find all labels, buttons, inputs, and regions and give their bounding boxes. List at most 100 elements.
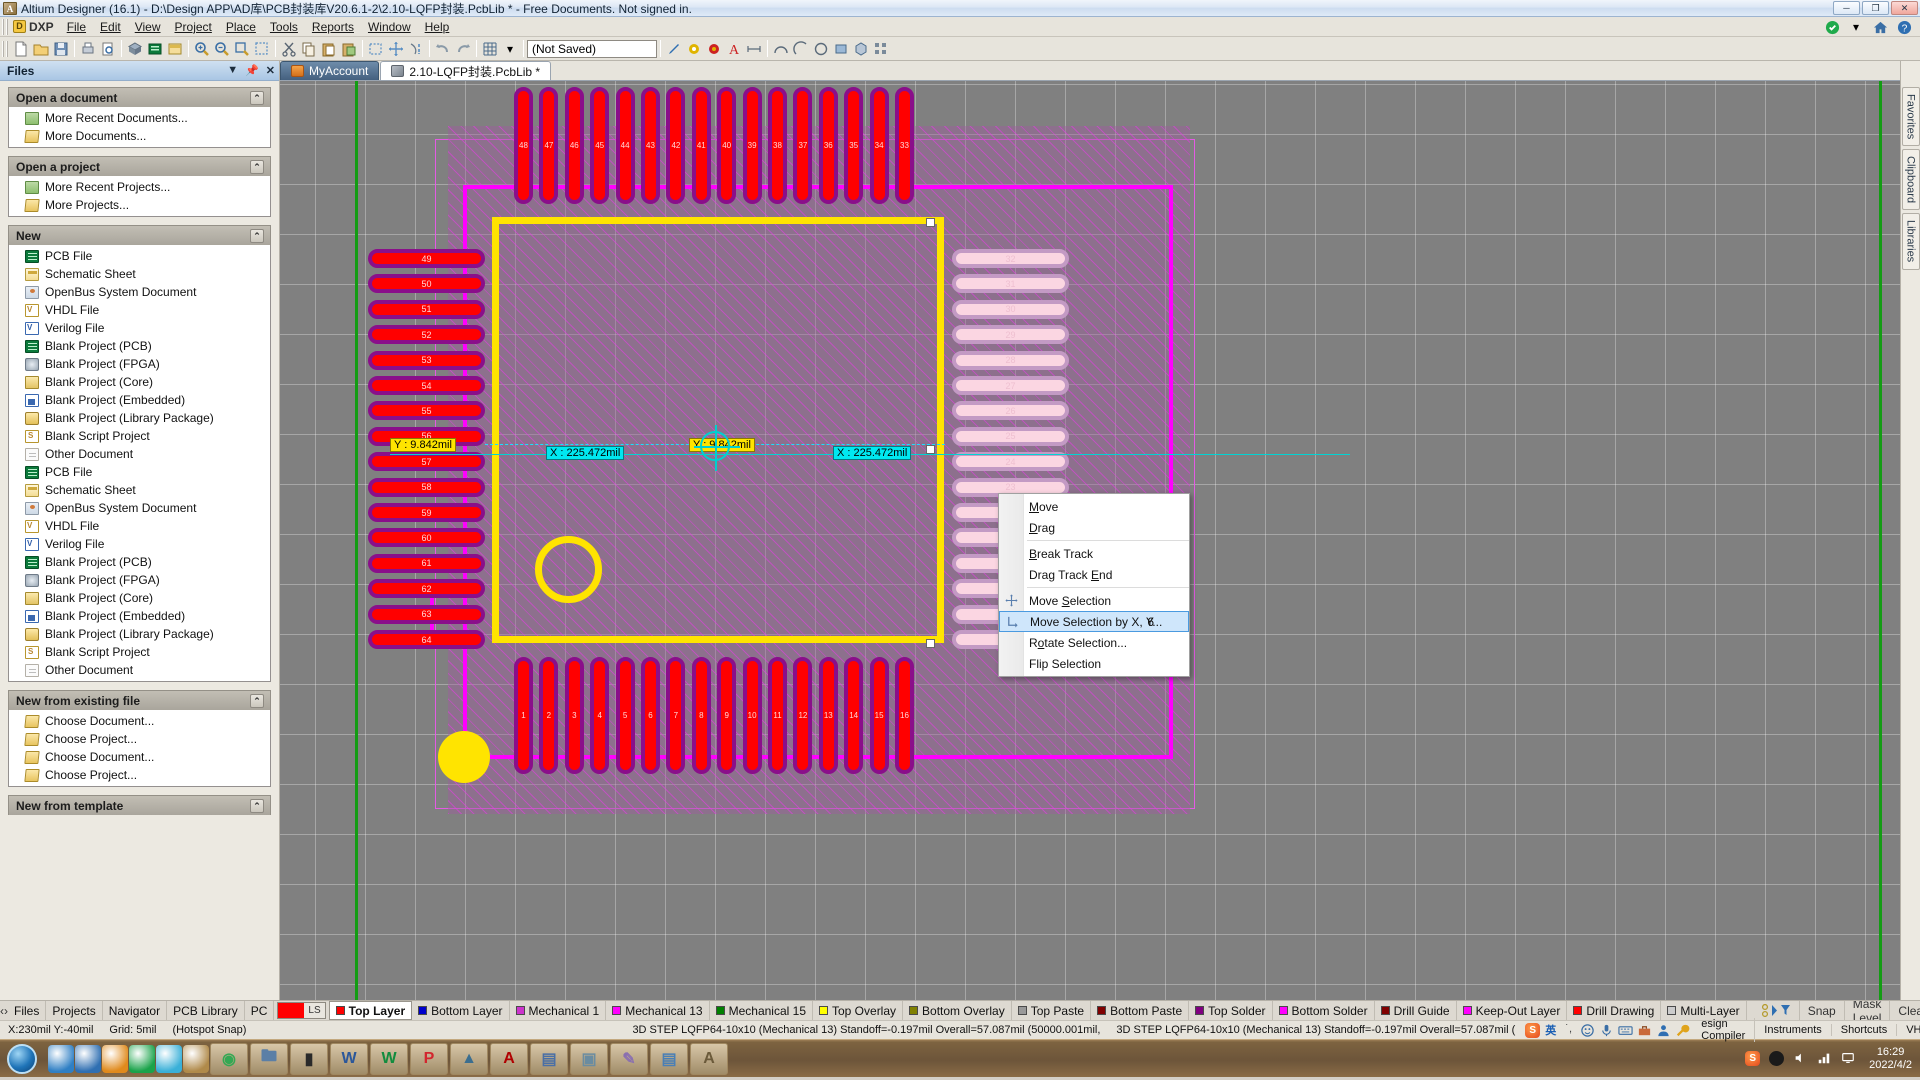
files-icon[interactable] bbox=[183, 1044, 209, 1073]
update-icon[interactable] bbox=[1822, 17, 1842, 37]
user-icon[interactable] bbox=[1656, 1023, 1671, 1038]
taskbar-calc-icon[interactable]: ▤ bbox=[530, 1042, 568, 1075]
pad-icon[interactable] bbox=[704, 39, 724, 59]
saved-state-combo[interactable]: (Not Saved) bbox=[527, 39, 657, 58]
print-preview-icon[interactable] bbox=[98, 39, 118, 59]
pad[interactable]: 7 bbox=[666, 657, 686, 774]
pad[interactable]: 26 bbox=[952, 401, 1069, 421]
pad[interactable]: 30 bbox=[952, 299, 1069, 319]
print-icon[interactable] bbox=[78, 39, 98, 59]
menu-window[interactable]: Window bbox=[361, 18, 418, 36]
pad[interactable]: 12 bbox=[793, 657, 813, 774]
group-header[interactable]: New from existing file ⌃ bbox=[8, 690, 271, 710]
pad[interactable]: 43 bbox=[641, 87, 660, 204]
toolbox-icon[interactable] bbox=[1637, 1023, 1652, 1038]
pad[interactable]: 45 bbox=[590, 87, 610, 204]
pad[interactable]: 13 bbox=[818, 657, 838, 774]
pad[interactable]: 27 bbox=[952, 376, 1069, 395]
clock[interactable]: 16:29 2022/4/2 bbox=[1863, 1046, 1912, 1072]
open-document-icon[interactable] bbox=[31, 39, 51, 59]
panel-tab-navigator[interactable]: Navigator bbox=[103, 1001, 168, 1020]
ime-language-indicator[interactable]: 英 bbox=[1542, 1022, 1559, 1038]
list-item[interactable]: Blank Project (PCB) bbox=[9, 337, 270, 355]
smiley-icon[interactable] bbox=[1580, 1023, 1595, 1038]
select-area-icon[interactable] bbox=[366, 39, 386, 59]
text-icon[interactable]: A bbox=[724, 39, 744, 59]
list-item[interactable]: More Documents... bbox=[9, 127, 270, 145]
minimize-button[interactable]: ─ bbox=[1833, 1, 1860, 15]
pad[interactable]: 58 bbox=[368, 477, 485, 497]
pad[interactable]: 31 bbox=[952, 274, 1069, 294]
layer-tab[interactable]: Top Layer bbox=[328, 1001, 413, 1020]
pad[interactable]: 48 bbox=[514, 87, 533, 204]
panel-tab-projects[interactable]: Projects bbox=[46, 1001, 103, 1020]
files-panel-body[interactable]: Open a document ⌃ More Recent Documents.… bbox=[0, 81, 279, 1000]
chain-icon[interactable] bbox=[156, 1044, 182, 1073]
context-menu-item[interactable]: Flip Selection bbox=[999, 653, 1189, 674]
pad[interactable]: 50 bbox=[368, 274, 485, 294]
keyboard-icon[interactable] bbox=[1618, 1023, 1633, 1038]
dock-tab-favorites[interactable]: Favorites bbox=[1901, 87, 1920, 147]
arc-any-icon[interactable] bbox=[811, 39, 831, 59]
arc-center-icon[interactable] bbox=[771, 39, 791, 59]
pad[interactable]: 29 bbox=[952, 325, 1069, 345]
pad[interactable]: 34 bbox=[869, 87, 889, 204]
list-item[interactable]: Choose Project... bbox=[9, 766, 270, 784]
pad[interactable]: 42 bbox=[666, 87, 686, 204]
pad[interactable]: 8 bbox=[691, 657, 711, 774]
context-menu-item[interactable]: Rotate Selection... bbox=[999, 632, 1189, 653]
layer-tab[interactable]: Mechanical 1 bbox=[510, 1001, 607, 1020]
pad[interactable]: 63 bbox=[368, 604, 485, 624]
taskbar-terminal-icon[interactable]: ▮ bbox=[290, 1042, 328, 1075]
group-header[interactable]: Open a project ⌃ bbox=[8, 156, 271, 176]
context-menu-item[interactable]: Move Selection by X, Y... 6 bbox=[999, 611, 1189, 632]
group-header[interactable]: New ⌃ bbox=[8, 225, 271, 245]
list-item[interactable]: Blank Project (Library Package) bbox=[9, 409, 270, 427]
deselect-icon[interactable] bbox=[406, 39, 426, 59]
menu-reports[interactable]: Reports bbox=[305, 18, 361, 36]
grid-dropdown-arrow[interactable]: ▾ bbox=[500, 39, 520, 59]
grid-icon[interactable] bbox=[480, 39, 500, 59]
move-icon[interactable] bbox=[386, 39, 406, 59]
list-item[interactable]: Choose Document... bbox=[9, 748, 270, 766]
pad[interactable]: 49 bbox=[368, 249, 485, 268]
pad[interactable]: 36 bbox=[818, 87, 838, 204]
layer-tab[interactable]: Bottom Layer bbox=[412, 1001, 510, 1020]
context-menu-item[interactable]: Break Track bbox=[999, 543, 1189, 564]
layer-tab[interactable]: Top Solder bbox=[1189, 1001, 1273, 1020]
dimension-icon[interactable] bbox=[744, 39, 764, 59]
list-item[interactable]: Schematic Sheet bbox=[9, 265, 270, 283]
pad[interactable]: 61 bbox=[368, 553, 485, 573]
pad[interactable]: 5 bbox=[615, 657, 635, 774]
pad[interactable]: 52 bbox=[368, 325, 485, 345]
menu-help[interactable]: Help bbox=[418, 18, 457, 36]
linux-tray-icon[interactable] bbox=[1769, 1051, 1785, 1066]
new-document-icon[interactable] bbox=[11, 39, 31, 59]
collapse-icon[interactable]: ⌃ bbox=[250, 159, 264, 174]
dxp-menu-button[interactable]: D DXP bbox=[11, 20, 60, 34]
polygon-icon[interactable] bbox=[851, 39, 871, 59]
menu-project[interactable]: Project bbox=[168, 18, 219, 36]
pad[interactable]: 60 bbox=[368, 528, 485, 548]
selection-handle[interactable] bbox=[926, 639, 935, 648]
menu-place[interactable]: Place bbox=[219, 18, 263, 36]
panel-tab-pc[interactable]: PC bbox=[245, 1001, 275, 1020]
layer-tab[interactable]: Top Overlay bbox=[813, 1001, 904, 1020]
taskbar-font-icon[interactable]: A bbox=[690, 1042, 728, 1075]
fill-rect-icon[interactable] bbox=[831, 39, 851, 59]
undo-icon[interactable] bbox=[433, 39, 453, 59]
list-item[interactable]: Choose Document... bbox=[9, 712, 270, 730]
maximize-button[interactable]: ❐ bbox=[1862, 1, 1889, 15]
tab-myaccount[interactable]: MyAccount bbox=[280, 61, 380, 80]
layer-sets-box[interactable]: LS bbox=[277, 1002, 326, 1019]
layer-tab[interactable]: Drill Guide bbox=[1375, 1001, 1457, 1020]
taskbar-pdf-icon[interactable]: P bbox=[410, 1042, 448, 1075]
pad[interactable]: 38 bbox=[768, 87, 787, 204]
pencil-icon[interactable] bbox=[664, 39, 684, 59]
mic-icon[interactable] bbox=[1599, 1023, 1614, 1038]
schematic-icon[interactable] bbox=[165, 39, 185, 59]
list-item[interactable]: Verilog File bbox=[9, 535, 270, 553]
monitor-icon[interactable] bbox=[1841, 1051, 1856, 1066]
paste-special-icon[interactable] bbox=[339, 39, 359, 59]
start-button[interactable] bbox=[0, 1041, 44, 1077]
